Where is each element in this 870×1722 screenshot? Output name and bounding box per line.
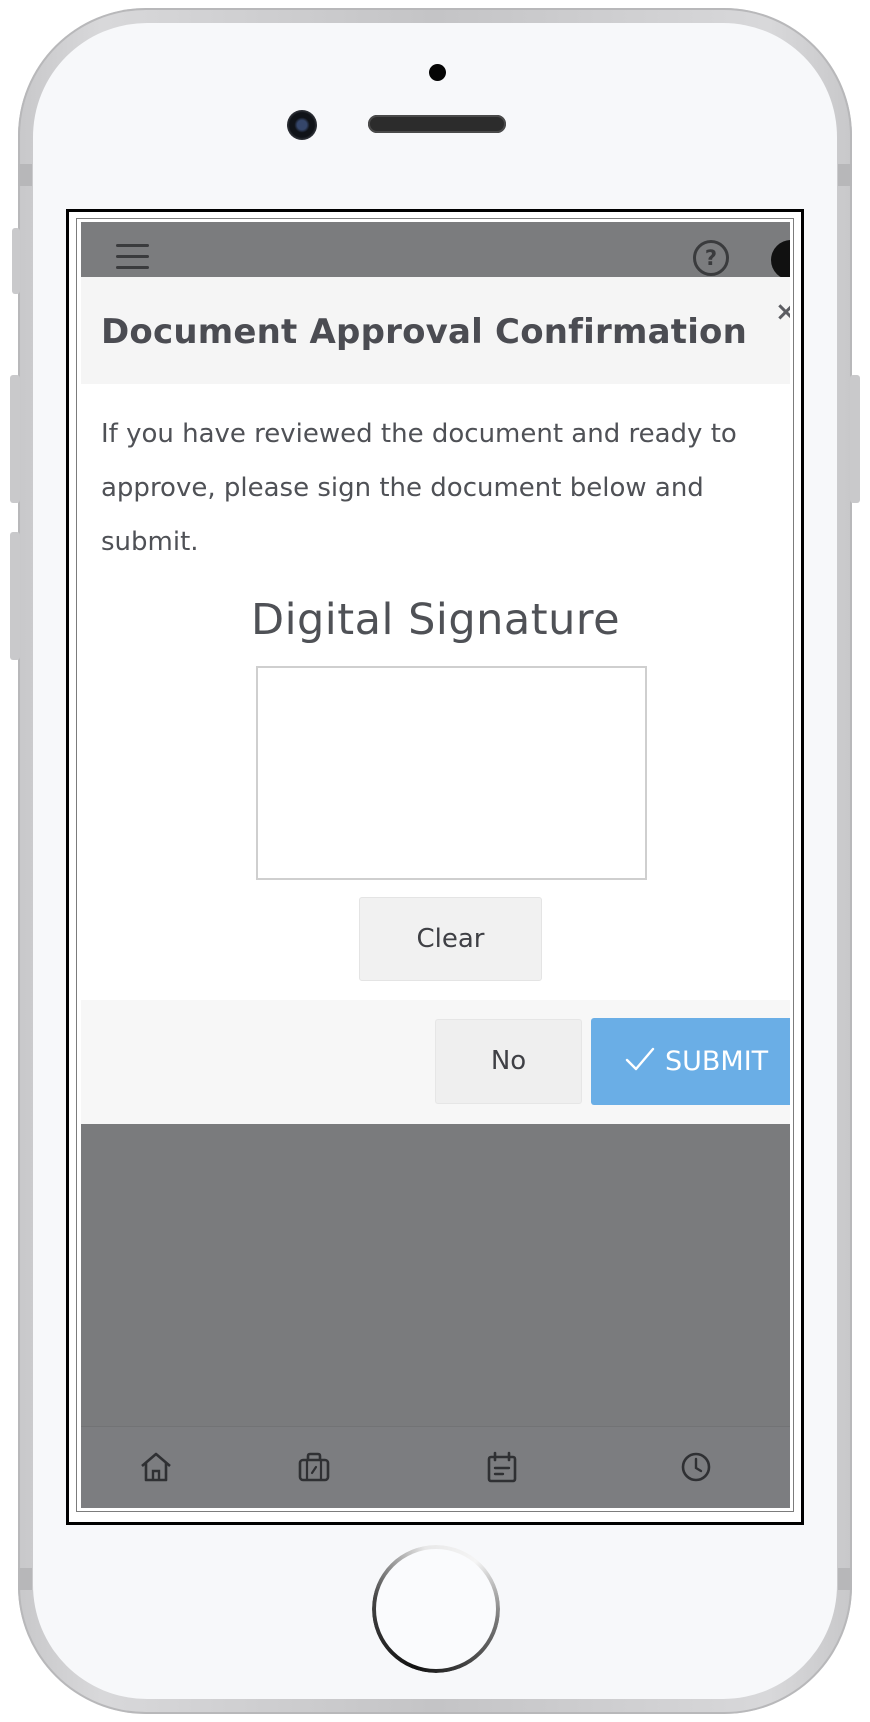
app-screen: ? Document Approval Confirmation × If yo… [81, 222, 790, 1508]
modal-footer: No SUBMIT [81, 1000, 790, 1124]
checkmark-icon [625, 1047, 655, 1071]
antenna-band [18, 1568, 32, 1590]
signature-heading: Digital Signature [250, 595, 621, 645]
home-icon[interactable] [138, 1449, 174, 1485]
no-button[interactable]: No [435, 1019, 582, 1104]
home-button[interactable] [372, 1545, 500, 1673]
earpiece-speaker [368, 115, 506, 133]
approval-modal: Document Approval Confirmation × If you … [81, 277, 790, 1124]
briefcase-icon[interactable] [296, 1449, 332, 1485]
close-icon[interactable]: × [775, 297, 790, 327]
proximity-sensor [429, 64, 446, 81]
mute-switch [12, 228, 20, 294]
hamburger-menu-icon[interactable] [116, 244, 149, 270]
volume-down-button [10, 532, 20, 660]
user-avatar[interactable] [771, 240, 790, 280]
bottom-nav [81, 1426, 790, 1508]
front-camera [287, 110, 317, 140]
clear-signature-button[interactable]: Clear [359, 897, 542, 981]
modal-header: Document Approval Confirmation × [81, 277, 790, 384]
antenna-band [838, 164, 852, 186]
app-header: ? [81, 222, 790, 280]
calendar-icon[interactable] [484, 1449, 520, 1485]
modal-message: If you have reviewed the document and re… [101, 419, 737, 557]
submit-button[interactable]: SUBMIT [591, 1018, 790, 1105]
antenna-band [18, 164, 32, 186]
antenna-band [838, 1568, 852, 1590]
modal-title: Document Approval Confirmation [101, 312, 748, 352]
signature-pad[interactable] [256, 666, 647, 880]
submit-label: SUBMIT [665, 1046, 769, 1077]
power-button [850, 375, 860, 503]
help-circle-icon[interactable]: ? [693, 240, 729, 276]
volume-up-button [10, 375, 20, 503]
clock-icon[interactable] [678, 1449, 714, 1485]
